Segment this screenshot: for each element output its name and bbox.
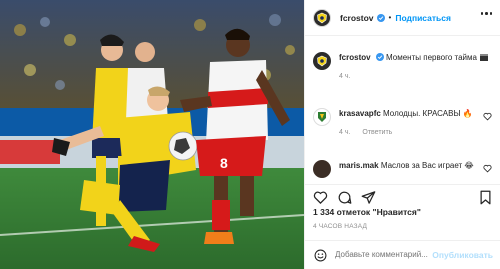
comment-username[interactable]: krasavapfc xyxy=(339,109,381,118)
likes-count[interactable]: 1 334 отметок "Нравится" xyxy=(313,207,421,217)
caption-time[interactable]: 4 ч. xyxy=(339,73,350,80)
club-logo-icon xyxy=(318,112,326,122)
comment-item: maris.mak Маслов за Вас играет 😂 xyxy=(313,160,489,178)
comment-text: Маслов за Вас играет 😂 xyxy=(380,161,474,170)
club-logo-icon xyxy=(317,55,327,67)
verified-icon xyxy=(376,13,385,22)
comments-list: fcrostov Моменты первого тайма 4 ч. kras… xyxy=(305,36,500,184)
post-photo[interactable]: 8 xyxy=(0,0,304,269)
clapperboard-icon xyxy=(480,54,489,61)
caption-username[interactable]: fcrostov xyxy=(339,53,371,62)
comment-item: krasavapfc Молодцы. КРАСАВЫ 🔥 4 ч. Ответ… xyxy=(313,108,489,138)
heart-icon[interactable] xyxy=(313,190,328,205)
football-match-image: 8 xyxy=(0,0,304,269)
comment-username[interactable]: maris.mak xyxy=(339,161,379,170)
caption-text: Моменты первого тайма xyxy=(386,53,477,62)
comment-time[interactable]: 4 ч. xyxy=(339,129,350,136)
ellipsis-icon[interactable] xyxy=(480,12,492,15)
comment-meta: 4 ч. Ответить xyxy=(339,127,489,138)
verified-icon xyxy=(375,53,384,61)
author-avatar[interactable] xyxy=(313,8,331,27)
follow-button[interactable]: Подписаться xyxy=(395,13,451,23)
post-header: fcrostov • Подписаться xyxy=(305,0,500,36)
svg-text:8: 8 xyxy=(220,155,228,171)
author-username[interactable]: fcrostov xyxy=(340,13,374,23)
commenter-avatar[interactable] xyxy=(313,160,331,178)
caption-meta: 4 ч. xyxy=(339,71,489,82)
club-logo-icon xyxy=(317,12,327,23)
separator-dot: • xyxy=(388,13,392,22)
commenter-avatar[interactable] xyxy=(313,108,331,126)
comment-heart-icon[interactable] xyxy=(483,164,492,173)
comment-heart-icon[interactable] xyxy=(483,112,492,121)
author-avatar-small[interactable] xyxy=(313,52,331,70)
comment-text-block: maris.mak Маслов за Вас играет 😂 xyxy=(339,160,489,178)
reply-button[interactable]: Ответить xyxy=(362,129,392,136)
emoji-icon[interactable] xyxy=(314,249,327,262)
instagram-post-view: 8 fcrostov • Подписаться fcrostov Момент… xyxy=(0,0,500,269)
bookmark-icon[interactable] xyxy=(478,190,493,205)
add-comment-bar: Опубликовать xyxy=(305,240,500,269)
caption-item: fcrostov Моменты первого тайма 4 ч. xyxy=(313,52,489,82)
post-side-panel: fcrostov • Подписаться fcrostov Моменты … xyxy=(304,0,500,269)
share-icon[interactable] xyxy=(361,190,376,205)
caption-text-block: fcrostov Моменты первого тайма 4 ч. xyxy=(339,52,489,82)
comment-icon[interactable] xyxy=(337,190,352,205)
post-timestamp[interactable]: 4 ЧАСОВ НАЗАД xyxy=(313,223,367,230)
comment-text: Молодцы. КРАСАВЫ 🔥 xyxy=(383,109,473,118)
publish-button[interactable]: Опубликовать xyxy=(432,250,493,260)
comment-text-block: krasavapfc Молодцы. КРАСАВЫ 🔥 4 ч. Ответ… xyxy=(339,108,489,138)
